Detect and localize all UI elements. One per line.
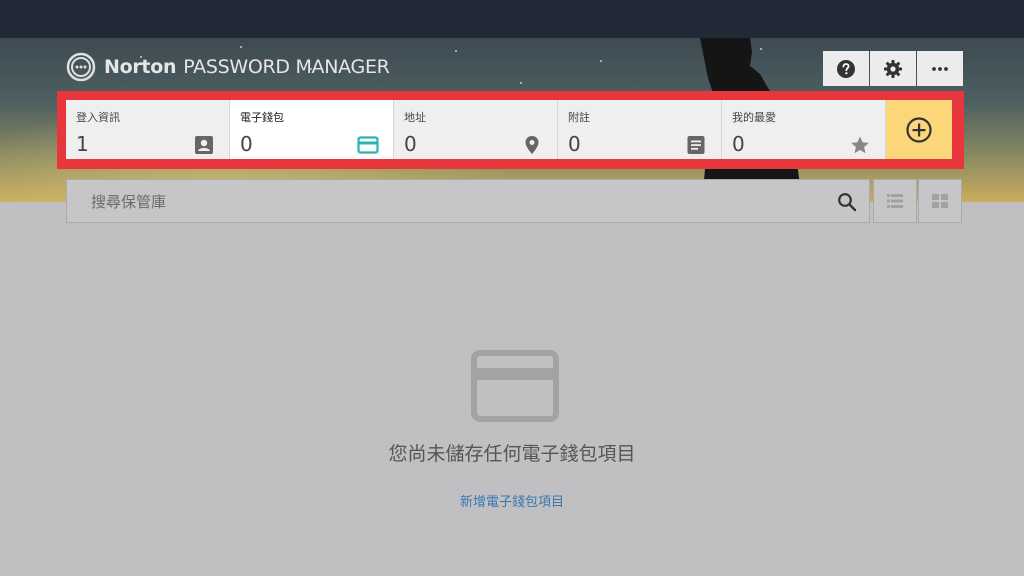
search-icon[interactable] [837, 192, 857, 212]
product-name: PASSWORD MANAGER [183, 56, 390, 78]
tab-label: 登入資訊 [76, 111, 120, 124]
credit-card-icon [357, 136, 379, 154]
tab-label: 我的最愛 [732, 111, 776, 124]
note-icon [687, 136, 705, 154]
credit-card-icon [471, 350, 559, 422]
grid-view-button[interactable] [918, 179, 962, 223]
contact-card-icon [195, 136, 213, 154]
tab-label: 地址 [404, 111, 426, 124]
tab-count: 0 [240, 132, 253, 156]
tab-label: 附註 [568, 111, 590, 124]
tab-addresses[interactable]: 地址 0 [394, 100, 558, 159]
more-horizontal-icon [932, 66, 948, 71]
norton-logo: Norton PASSWORD MANAGER [66, 51, 390, 83]
empty-state-message: 您尚未儲存任何電子錢包項目 [388, 443, 636, 465]
list-view-button[interactable] [873, 179, 917, 223]
header-actions [823, 51, 963, 86]
gear-icon [884, 59, 902, 78]
brand-name: Norton [104, 56, 177, 78]
tab-count: 0 [568, 132, 581, 156]
tab-wallet[interactable]: 電子錢包 0 [230, 100, 394, 159]
tab-notes[interactable]: 附註 0 [558, 100, 722, 159]
grid-icon [932, 194, 948, 208]
norton-logo-icon [66, 52, 96, 82]
add-wallet-item-link[interactable]: 新增電子錢包項目 [0, 491, 1024, 510]
help-button[interactable] [823, 51, 869, 86]
tab-count: 0 [732, 132, 745, 156]
tab-logins[interactable]: 登入資訊 1 [66, 100, 230, 159]
map-pin-icon [525, 136, 539, 154]
add-item-button[interactable] [886, 100, 952, 159]
vault-search [66, 179, 870, 223]
tab-favorites[interactable]: 我的最愛 0 [722, 100, 886, 159]
tab-count: 0 [404, 132, 417, 156]
search-input[interactable] [89, 190, 833, 214]
settings-button[interactable] [870, 51, 916, 86]
tab-count: 1 [76, 132, 89, 156]
top-bar [0, 0, 1024, 38]
plus-circle-icon [906, 116, 932, 143]
help-icon [837, 59, 855, 78]
star-icon [851, 136, 869, 154]
list-icon [887, 194, 903, 208]
view-toggle [873, 179, 962, 223]
vault-category-tabs: 登入資訊 1 電子錢包 0 地址 0 附註 0 我的最愛 0 [66, 100, 954, 159]
more-options-button[interactable] [917, 51, 963, 86]
tab-label: 電子錢包 [240, 111, 284, 124]
